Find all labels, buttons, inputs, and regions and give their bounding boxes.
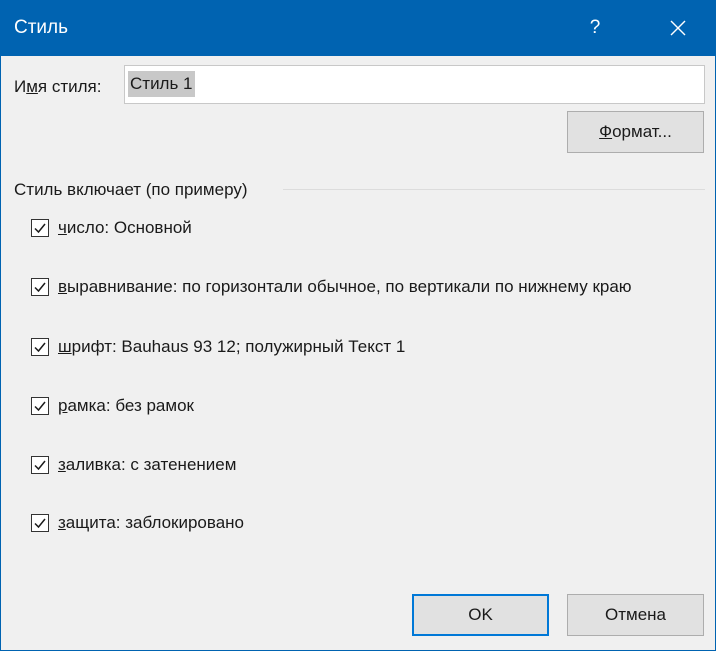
close-button[interactable] <box>649 0 707 56</box>
option-protection[interactable]: защита: заблокировано <box>31 510 244 536</box>
format-button[interactable]: Формат... <box>567 111 704 153</box>
option-protection-label: защита: заблокировано <box>58 513 244 532</box>
option-border-label: рамка: без рамок <box>58 396 194 415</box>
option-alignment[interactable]: выравнивание: по горизонтали обычное, по… <box>31 274 632 300</box>
help-icon: ? <box>589 17 601 38</box>
group-label: Стиль включает (по примеру) <box>14 180 248 199</box>
checkbox-protection[interactable] <box>31 514 49 532</box>
checkbox-border[interactable] <box>31 397 49 415</box>
option-font[interactable]: шрифт: Bauhaus 93 12; полужирный Текст 1 <box>31 334 405 360</box>
checkmark-icon <box>34 282 46 293</box>
option-border[interactable]: рамка: без рамок <box>31 393 194 419</box>
style-name-label: Имя стиля: <box>14 77 102 96</box>
checkbox-number[interactable] <box>31 219 49 237</box>
help-button[interactable]: ? <box>566 0 624 56</box>
checkbox-alignment[interactable] <box>31 278 49 296</box>
option-fill-label: заливка: с затенением <box>58 455 237 474</box>
option-font-label: шрифт: Bauhaus 93 12; полужирный Текст 1 <box>58 337 406 356</box>
group-divider <box>283 189 705 190</box>
ok-button[interactable]: OK <box>412 594 549 636</box>
close-icon <box>670 20 686 36</box>
checkmark-icon <box>34 460 46 471</box>
cancel-button[interactable]: Отмена <box>567 594 704 636</box>
title-bar[interactable]: Стиль ? <box>1 0 716 56</box>
checkmark-icon <box>34 518 46 529</box>
checkmark-icon <box>34 223 46 234</box>
dialog-title: Стиль <box>14 17 69 38</box>
checkmark-icon <box>34 342 46 353</box>
checkmark-icon <box>34 401 46 412</box>
checkbox-fill[interactable] <box>31 456 49 474</box>
option-alignment-label: выравнивание: по горизонтали обычное, по… <box>58 277 632 296</box>
style-dialog: Стиль ? Имя стиля: Стиль 1 Формат... Сти… <box>0 0 716 651</box>
option-number-label: число: Основной <box>58 218 192 237</box>
style-name-input[interactable] <box>124 65 705 104</box>
style-name-value[interactable]: Стиль 1 <box>128 71 195 97</box>
checkbox-font[interactable] <box>31 338 49 356</box>
option-fill[interactable]: заливка: с затенением <box>31 452 236 478</box>
option-number[interactable]: число: Основной <box>31 215 192 241</box>
